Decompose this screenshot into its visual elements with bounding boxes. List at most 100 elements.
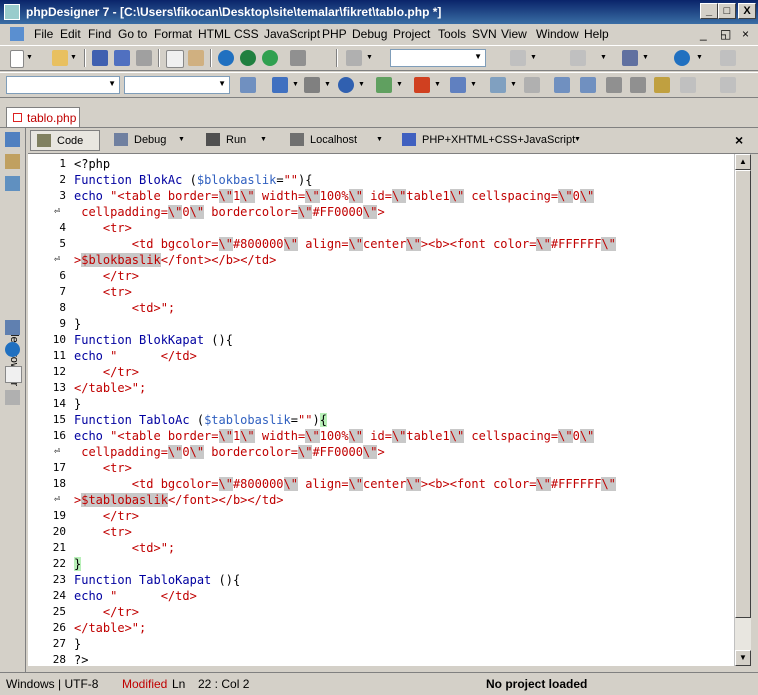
run-mode-button[interactable]: Run ▼ <box>200 130 272 151</box>
grid-icon[interactable] <box>450 77 466 93</box>
tool-icon[interactable] <box>524 77 540 93</box>
table-icon[interactable] <box>272 77 288 93</box>
code-text: <tr> <box>74 285 132 299</box>
print-icon[interactable] <box>290 50 306 66</box>
comment-icon[interactable] <box>606 77 622 93</box>
close-editor-button[interactable]: × <box>735 132 743 148</box>
menu-help[interactable]: Help <box>584 27 609 41</box>
clipboard-icon[interactable] <box>376 77 392 93</box>
menu-debug[interactable]: Debug <box>352 27 387 41</box>
document-icon[interactable] <box>5 366 22 383</box>
format-icon[interactable] <box>654 77 670 93</box>
tag-icon[interactable] <box>5 390 20 405</box>
indent-icon[interactable] <box>554 77 570 93</box>
notes-icon[interactable] <box>5 154 20 169</box>
close-file-icon[interactable] <box>136 50 152 66</box>
tab-tablo-php[interactable]: tablo.php <box>6 107 80 127</box>
chevron-down-icon[interactable]: ▼ <box>396 81 403 88</box>
chevron-down-icon[interactable]: ▼ <box>530 54 537 61</box>
chevron-down-icon[interactable]: ▼ <box>642 54 649 61</box>
cut-icon[interactable] <box>346 50 362 66</box>
scroll-up-icon[interactable]: ▲ <box>735 154 751 170</box>
highlighter-icon[interactable] <box>414 77 430 93</box>
class-combo[interactable] <box>124 76 230 94</box>
chevron-down-icon[interactable]: ▼ <box>358 81 365 88</box>
server-icon <box>290 133 304 146</box>
add-icon[interactable] <box>262 50 278 66</box>
php-file-icon <box>13 113 22 122</box>
chevron-down-icon: ▼ <box>260 136 267 143</box>
maximize-button[interactable]: □ <box>718 3 736 19</box>
menu-find[interactable]: Find <box>88 27 111 41</box>
language-selector[interactable]: PHP+XHTML+CSS+JavaScript ▼ <box>396 130 586 151</box>
run-label: Run <box>226 134 247 146</box>
chevron-down-icon[interactable]: ▼ <box>600 54 607 61</box>
undo-icon[interactable] <box>510 50 526 66</box>
folder-icon[interactable] <box>5 176 20 191</box>
chevron-down-icon[interactable]: ▼ <box>26 54 33 61</box>
redo-icon[interactable] <box>570 50 586 66</box>
chevron-down-icon[interactable]: ▼ <box>434 81 441 88</box>
menu-file[interactable]: File <box>34 27 53 41</box>
uncomment-icon[interactable] <box>630 77 646 93</box>
code-text: </tr> <box>74 509 140 523</box>
form-icon[interactable] <box>304 77 320 93</box>
menu-tools[interactable]: Tools <box>438 27 466 41</box>
css-icon[interactable] <box>240 50 256 66</box>
copy-icon[interactable] <box>166 50 184 68</box>
menu-format[interactable]: Format <box>154 27 192 41</box>
link-icon[interactable] <box>720 77 736 93</box>
jump-icon[interactable] <box>240 77 256 93</box>
menu-edit[interactable]: Edit <box>60 27 81 41</box>
chevron-down-icon[interactable]: ▼ <box>510 81 517 88</box>
save-icon[interactable] <box>92 50 108 66</box>
menu-svn[interactable]: SVN <box>472 27 497 41</box>
chevron-down-icon[interactable]: ▼ <box>70 54 77 61</box>
clock-icon[interactable] <box>338 77 354 93</box>
code-mode-button[interactable]: Code <box>30 130 100 151</box>
menu-view[interactable]: View <box>501 27 527 41</box>
menu-css[interactable]: CSS <box>234 27 259 41</box>
vertical-scrollbar[interactable]: ▲ ▼ <box>734 154 751 666</box>
mdi-close-button[interactable]: × <box>742 27 749 41</box>
menu-html[interactable]: HTML <box>198 27 231 41</box>
code-text: } <box>74 637 82 651</box>
debug-mode-button[interactable]: Debug ▼ <box>108 130 192 151</box>
paste-icon[interactable] <box>188 50 204 66</box>
code-text: <tr> <box>74 221 132 235</box>
scroll-thumb[interactable] <box>735 170 751 618</box>
minimize-button[interactable]: _ <box>700 3 718 19</box>
chevron-down-icon[interactable]: ▼ <box>366 54 373 61</box>
chevron-down-icon[interactable]: ▼ <box>470 81 477 88</box>
function-combo[interactable] <box>6 76 120 94</box>
project-icon[interactable] <box>5 320 20 335</box>
outdent-icon[interactable] <box>580 77 596 93</box>
globe-icon[interactable] <box>5 342 20 357</box>
arrow-icon[interactable] <box>490 77 506 93</box>
menu-window[interactable]: Window <box>536 27 579 41</box>
open-folder-icon[interactable] <box>52 50 68 66</box>
save-all-icon[interactable] <box>114 50 130 66</box>
new-file-icon[interactable] <box>10 50 24 68</box>
scroll-down-icon[interactable]: ▼ <box>735 650 751 666</box>
cube-icon[interactable] <box>622 50 638 66</box>
menu-project[interactable]: Project <box>393 27 430 41</box>
localhost-button[interactable]: Localhost ▼ <box>284 130 388 151</box>
globe-icon[interactable] <box>674 50 690 66</box>
export-icon[interactable] <box>720 50 736 66</box>
globe-preview-icon[interactable] <box>218 50 234 66</box>
code-text: Function BlokKapat (){ <box>74 333 233 347</box>
close-button[interactable]: X <box>738 3 756 19</box>
search-combo[interactable] <box>390 49 486 67</box>
spellcheck-icon[interactable] <box>680 77 696 93</box>
chevron-down-icon[interactable]: ▼ <box>292 81 299 88</box>
code-editor[interactable]: 1 <?php 2 Function BlokAc ($blokbaslik=""){… <box>28 154 734 666</box>
chevron-down-icon[interactable]: ▼ <box>324 81 331 88</box>
mdi-restore-button[interactable]: ◱ <box>720 27 731 41</box>
structure-icon[interactable] <box>5 132 20 147</box>
menu-goto[interactable]: Go to <box>118 27 147 41</box>
menu-php[interactable]: PHP <box>322 27 347 41</box>
chevron-down-icon[interactable]: ▼ <box>696 54 703 61</box>
menu-javascript[interactable]: JavaScript <box>264 27 320 41</box>
mdi-minimize-button[interactable]: _ <box>700 27 707 41</box>
